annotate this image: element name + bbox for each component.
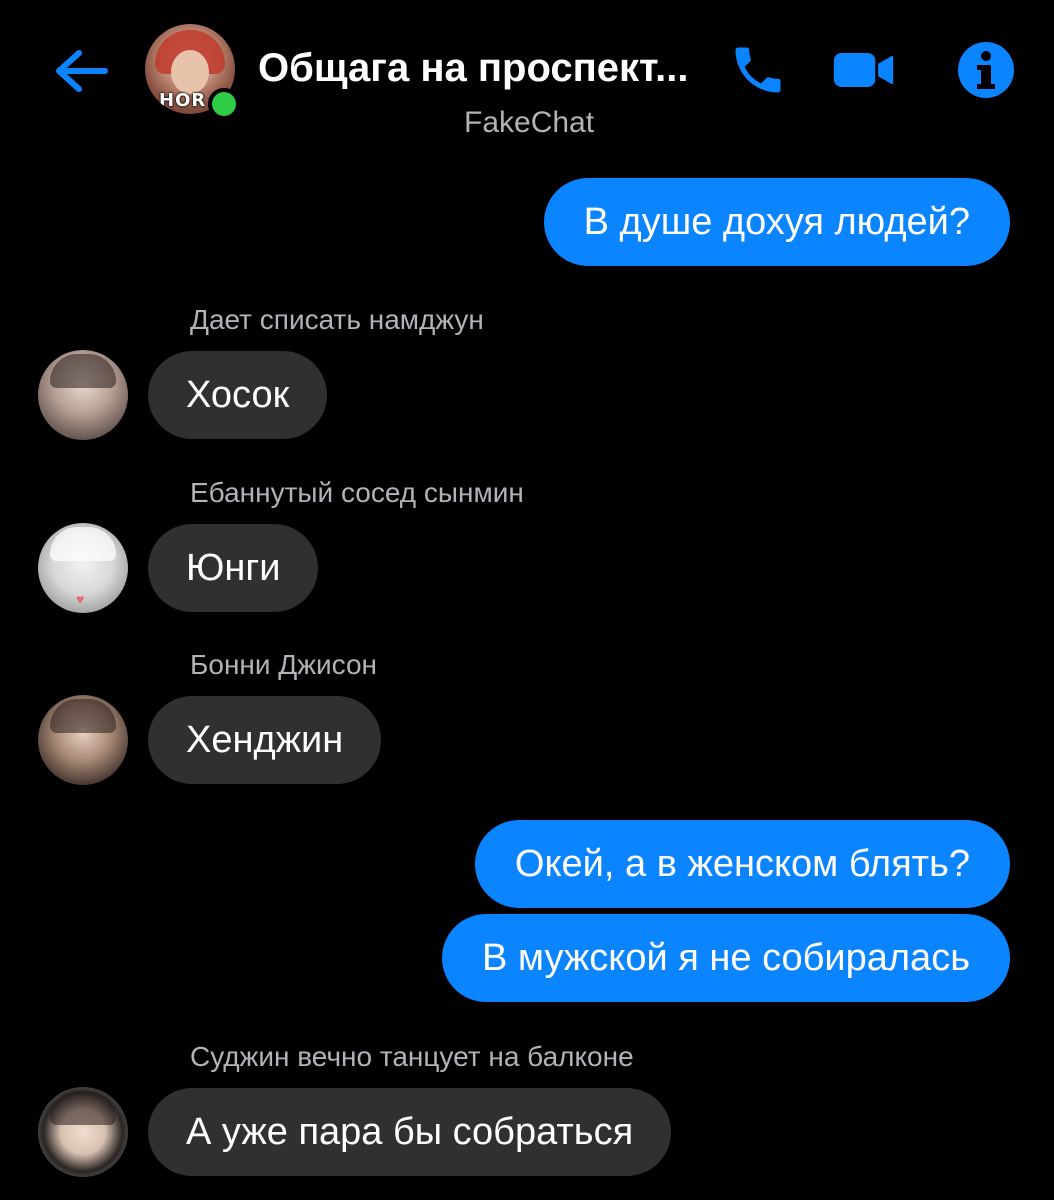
sender-avatar[interactable] bbox=[38, 350, 128, 440]
sender-avatar[interactable] bbox=[38, 1087, 128, 1177]
back-button[interactable] bbox=[52, 42, 110, 100]
avatar-image-part bbox=[50, 1091, 116, 1125]
avatar-image-part bbox=[171, 50, 209, 94]
call-button[interactable] bbox=[726, 38, 790, 102]
sender-name: Бонни Джисон bbox=[190, 649, 377, 680]
phone-icon bbox=[735, 47, 781, 93]
incoming-message[interactable]: А уже пара бы собраться bbox=[148, 1088, 672, 1176]
outgoing-message[interactable]: В мужской я не собиралась bbox=[441, 914, 1010, 1002]
chat-title[interactable]: Общага на проспект... bbox=[258, 46, 688, 91]
sender-avatar[interactable] bbox=[38, 695, 128, 785]
outgoing-message[interactable]: Окей, а в женском блять? bbox=[474, 820, 1010, 908]
sender-avatar[interactable]: ♥ bbox=[38, 523, 128, 613]
outgoing-message[interactable]: В душе дохуя людей? bbox=[543, 178, 1010, 266]
info-button[interactable] bbox=[954, 38, 1018, 102]
arrow-left-icon bbox=[56, 50, 108, 92]
info-icon bbox=[958, 42, 1014, 98]
heart-icon: ♥ bbox=[76, 591, 85, 607]
chat-header: HOR Общага на проспект... FakeChat bbox=[0, 0, 1054, 160]
video-camera-icon bbox=[833, 53, 894, 87]
sender-name: Ебаннутый сосед сынмин bbox=[190, 477, 524, 508]
incoming-message[interactable]: Хосок bbox=[148, 351, 328, 439]
online-status-dot bbox=[208, 88, 240, 120]
incoming-message[interactable]: Хенджин bbox=[148, 696, 382, 784]
avatar-image-part bbox=[50, 527, 116, 561]
video-call-button[interactable] bbox=[832, 38, 896, 102]
sender-name: Дает списать намджун bbox=[190, 304, 484, 335]
sender-name: Суджин вечно танцует на балконе bbox=[190, 1041, 634, 1072]
avatar-image-part bbox=[50, 354, 116, 388]
avatar-image-part bbox=[50, 699, 116, 733]
incoming-message[interactable]: Юнги bbox=[148, 524, 319, 612]
group-avatar-caption: HOR bbox=[159, 90, 207, 111]
chat-subtitle: FakeChat bbox=[464, 106, 595, 139]
